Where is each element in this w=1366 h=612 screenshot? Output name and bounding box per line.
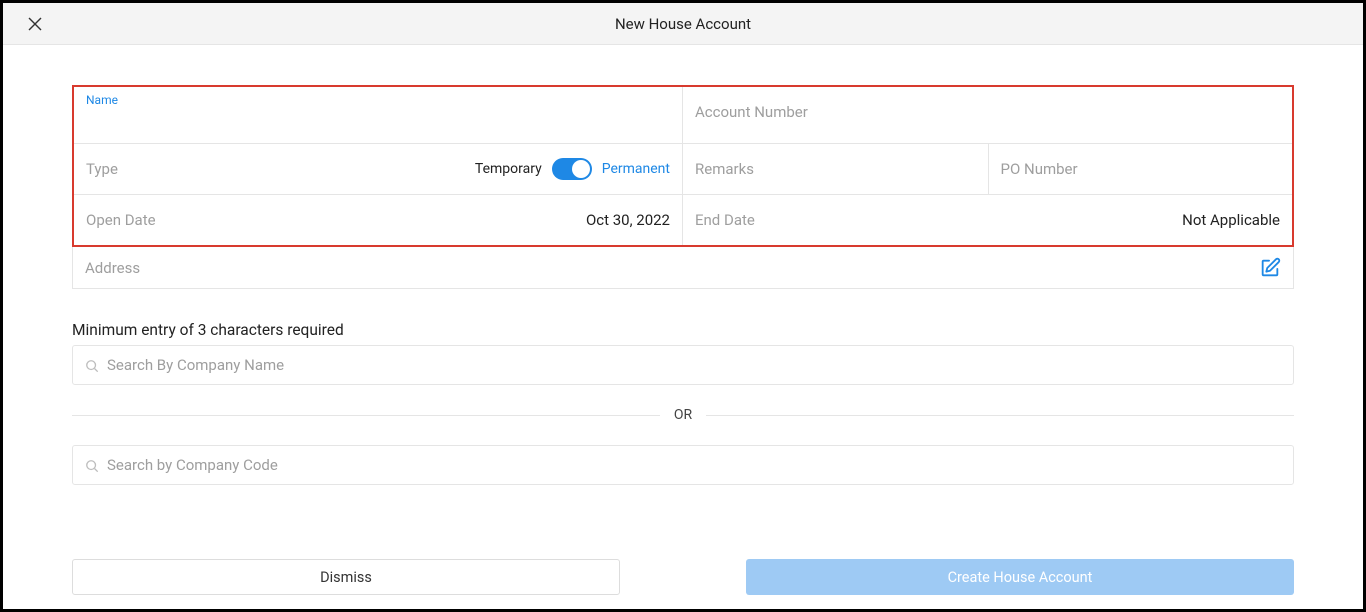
end-date-value: Not Applicable [1182, 211, 1280, 229]
po-number-input[interactable] [1001, 160, 1281, 178]
type-cell: Type Temporary Permanent [74, 144, 683, 194]
search-company-name-input[interactable] [107, 356, 1281, 374]
content-area: Name Type Temporary Permanent [3, 45, 1363, 485]
highlighted-form-grid: Name Type Temporary Permanent [72, 85, 1294, 247]
search-icon [85, 458, 99, 472]
page-title: New House Account [615, 15, 751, 33]
remarks-input[interactable] [695, 160, 976, 178]
create-house-account-button[interactable]: Create House Account [746, 559, 1294, 595]
search-company-name-box[interactable] [72, 345, 1294, 385]
or-divider: OR [72, 407, 1294, 423]
end-date-label: End Date [695, 211, 755, 229]
address-input[interactable] [85, 259, 1259, 277]
type-label: Type [86, 160, 118, 178]
permanent-label: Permanent [602, 161, 670, 177]
footer: Dismiss Create House Account [72, 559, 1294, 595]
divider-line [706, 415, 1294, 416]
name-field-cell[interactable]: Name [74, 87, 683, 143]
divider-line [72, 415, 660, 416]
search-icon [85, 358, 99, 372]
search-company-code-input[interactable] [107, 456, 1281, 474]
address-row[interactable] [72, 247, 1294, 289]
search-company-code-box[interactable] [72, 445, 1294, 485]
temporary-label: Temporary [475, 161, 542, 177]
close-icon[interactable] [27, 16, 43, 32]
account-number-input[interactable] [695, 103, 1280, 121]
account-number-cell[interactable] [683, 87, 1292, 137]
toggle-knob [572, 160, 590, 178]
po-number-cell[interactable] [988, 144, 1293, 194]
open-date-value: Oct 30, 2022 [586, 211, 670, 229]
or-text: OR [674, 407, 692, 423]
dismiss-button[interactable]: Dismiss [72, 559, 620, 595]
min-entry-text: Minimum entry of 3 characters required [72, 321, 1294, 339]
name-field-label: Name [86, 93, 118, 107]
remarks-cell[interactable] [683, 144, 988, 194]
end-date-cell[interactable]: End Date Not Applicable [683, 195, 1292, 245]
edit-icon[interactable] [1259, 257, 1281, 279]
modal-header: New House Account [3, 3, 1363, 45]
name-input[interactable] [86, 107, 670, 135]
type-toggle[interactable] [552, 158, 592, 180]
open-date-cell[interactable]: Open Date Oct 30, 2022 [74, 195, 683, 245]
open-date-label: Open Date [86, 211, 156, 229]
